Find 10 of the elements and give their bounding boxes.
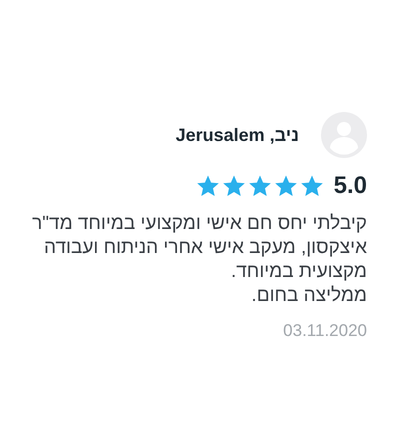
reviewer-name: ניב, Jerusalem (176, 124, 299, 146)
star-icon (196, 174, 220, 198)
star-icon (222, 174, 246, 198)
review-text: ממליצה בחום. (250, 284, 367, 308)
rating-value: 5.0 (334, 171, 367, 201)
review-text: קיבלתי יחס חם אישי ומקצועי במיוחד מד"ר איצקסון, מעקב אישי אחרי הניתוח ועבודה מקצועית במיוחד. (31, 212, 367, 284)
review-date: 03.11.2020 (282, 320, 367, 342)
star-icon (248, 174, 272, 198)
star-icon (274, 174, 298, 198)
star-icon (300, 174, 324, 198)
